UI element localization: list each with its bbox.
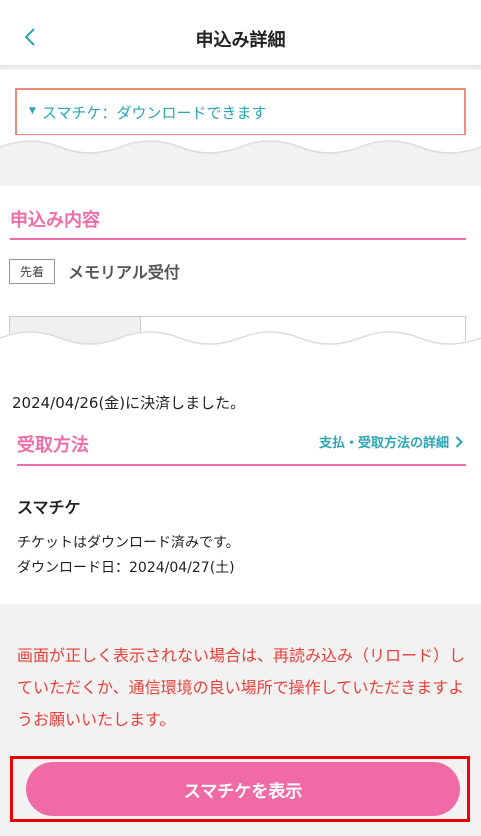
application-section-title: 申込み内容 xyxy=(10,210,100,231)
reload-warning: 画面が正しく表示されない場合は、再読み込み（リロード）していただくか、通信環境の… xyxy=(17,646,466,729)
highlight-box: スマチケを表示 xyxy=(10,756,470,822)
payment-status: 2024/04/26(金)に決済しました。 xyxy=(12,394,246,412)
first-come-tag: 先着 xyxy=(9,259,55,284)
notice-card: ▼ スマチケ：ダウンロードできます xyxy=(0,70,481,140)
receipt-section-title: 受取方法 xyxy=(17,435,89,456)
receipt-method: スマチケ xyxy=(17,498,81,517)
download-date: ダウンロード日：2024/04/27(土) xyxy=(17,560,235,576)
show-smart-ticket-button[interactable]: スマチケを表示 xyxy=(26,762,460,816)
reception-type: メモリアル受付 xyxy=(68,263,180,282)
details-link-label: 支払・受取方法の詳細 xyxy=(318,436,449,451)
notice-text: スマチケ：ダウンロードできます xyxy=(41,103,267,122)
caret-down-icon: ▼ xyxy=(29,106,36,116)
chevron-right-icon xyxy=(455,435,463,448)
app-header: 申込み詳細 xyxy=(0,0,481,66)
page-title: 申込み詳細 xyxy=(195,30,286,51)
receipt-card: 2024/04/26(金)に決済しました。 受取方法 支払・受取方法の詳細 スマ… xyxy=(0,372,481,604)
section-divider xyxy=(17,464,466,466)
download-notice[interactable]: ▼ スマチケ：ダウンロードできます xyxy=(15,88,466,136)
payment-receipt-details-link[interactable]: 支払・受取方法の詳細 xyxy=(319,432,463,451)
download-status: チケットはダウンロード済みです。 xyxy=(17,535,240,551)
section-divider xyxy=(10,238,466,240)
